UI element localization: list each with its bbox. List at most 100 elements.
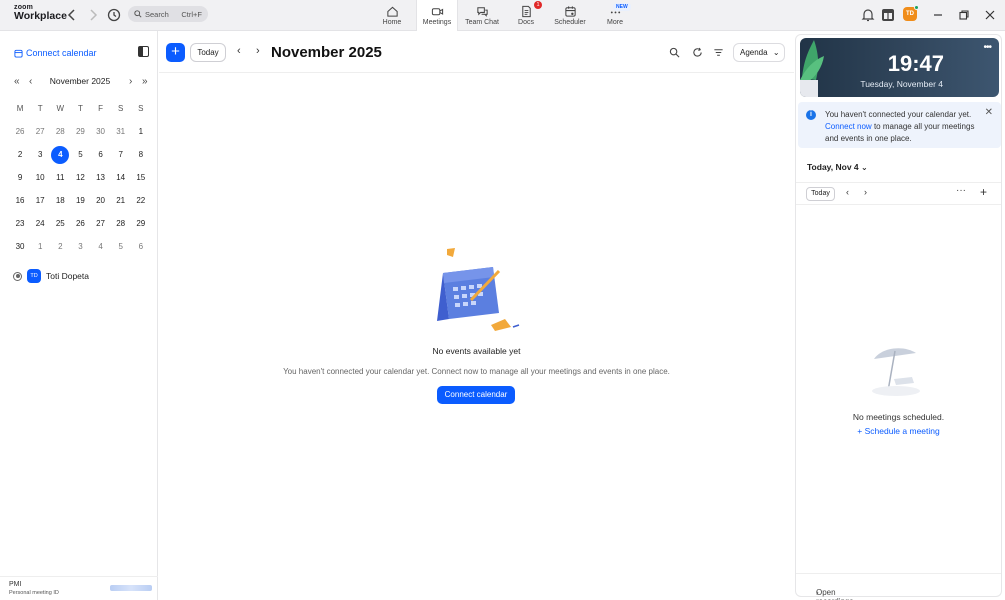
day-cell-today[interactable]: 4	[50, 145, 70, 164]
refresh-icon[interactable]	[692, 47, 703, 58]
day-cell[interactable]: 14	[111, 173, 131, 182]
day-number: 8	[138, 150, 144, 159]
day-number: 3	[78, 242, 83, 251]
day-cell[interactable]: 3	[30, 150, 50, 159]
day-cell[interactable]: 28	[111, 219, 131, 228]
close-window-icon[interactable]	[982, 7, 998, 23]
next-year-icon[interactable]: »	[142, 76, 148, 87]
day-cell[interactable]: 27	[30, 127, 50, 136]
day-cell[interactable]: 26	[10, 127, 30, 136]
plant-decoration-icon	[800, 40, 824, 97]
close-icon[interactable]: ✕	[985, 107, 993, 118]
day-cell[interactable]: 25	[50, 219, 70, 228]
gift-icon[interactable]	[880, 7, 896, 23]
day-cell[interactable]: 2	[10, 150, 30, 159]
day-cell[interactable]: 15	[131, 173, 151, 182]
open-recordings-label: Open recordings	[816, 588, 853, 600]
tab-more[interactable]: More NEW	[596, 0, 634, 31]
day-cell[interactable]: 6	[131, 242, 151, 251]
next-period-icon[interactable]: ›	[256, 45, 260, 57]
plus-icon: +	[857, 426, 865, 436]
day-cell[interactable]: 9	[10, 173, 30, 182]
open-recordings-link[interactable]: Open recordings ›	[796, 573, 1001, 600]
day-cell[interactable]: 27	[91, 219, 111, 228]
day-cell[interactable]: 26	[70, 219, 90, 228]
day-cell[interactable]: 12	[70, 173, 90, 182]
search-input[interactable]: Search Ctrl+F	[128, 6, 208, 22]
search-icon[interactable]	[669, 47, 680, 58]
day-cell[interactable]: 28	[50, 127, 70, 136]
forward-arrow-icon[interactable]	[85, 7, 101, 23]
day-cell[interactable]: 2	[50, 242, 70, 251]
day-cell[interactable]: 20	[91, 196, 111, 205]
tab-home[interactable]: Home	[373, 0, 411, 31]
history-icon[interactable]	[106, 7, 122, 23]
tab-scheduler[interactable]: Scheduler	[551, 0, 589, 31]
connect-calendar-button[interactable]: Connect calendar	[437, 386, 515, 404]
day-cell[interactable]: 23	[10, 219, 30, 228]
connect-notice: i You haven't connected your calendar ye…	[798, 102, 1001, 148]
day-cell[interactable]: 3	[70, 242, 90, 251]
day-cell[interactable]: 16	[10, 196, 30, 205]
next-month-icon[interactable]: ›	[129, 76, 132, 87]
view-dropdown[interactable]: Agenda ⌄	[733, 43, 785, 62]
day-cell[interactable]: 31	[111, 127, 131, 136]
prev-period-icon[interactable]: ‹	[237, 45, 241, 57]
week-row: 9 10 11 12 13 14 15	[10, 166, 151, 189]
pmi-footer[interactable]: PMI Personal meeting ID	[0, 576, 158, 600]
day-cell[interactable]: 5	[111, 242, 131, 251]
day-cell[interactable]: 30	[91, 127, 111, 136]
weekday-label: T	[77, 104, 83, 113]
connect-now-link[interactable]: Connect now	[825, 122, 872, 131]
today-button[interactable]: Today	[190, 43, 226, 62]
prev-year-icon[interactable]: «	[14, 76, 20, 87]
search-shortcut: Ctrl+F	[181, 10, 202, 19]
day-cell[interactable]: 6	[91, 150, 111, 159]
day-cell[interactable]: 29	[70, 127, 90, 136]
day-cell[interactable]: 4	[91, 242, 111, 251]
day-cell[interactable]: 10	[30, 173, 50, 182]
day-cell[interactable]: 8	[131, 150, 151, 159]
day-cell[interactable]: 1	[131, 127, 151, 136]
bell-icon[interactable]	[860, 7, 876, 23]
day-cell[interactable]: 24	[30, 219, 50, 228]
panel-add-icon[interactable]: +	[980, 185, 987, 199]
minimize-icon[interactable]	[930, 7, 946, 23]
user-initials: TD	[906, 11, 914, 17]
day-cell[interactable]: 30	[10, 242, 30, 251]
day-selector-label: Today, Nov 4	[807, 162, 859, 172]
tab-docs[interactable]: Docs 1	[507, 0, 545, 31]
connect-calendar-link[interactable]: Connect calendar	[14, 48, 97, 58]
day-cell[interactable]: 1	[30, 242, 50, 251]
day-cell[interactable]: 11	[50, 173, 70, 182]
calendar-owner-item[interactable]: TD Toti Dopeta	[13, 269, 89, 283]
day-cell[interactable]: 21	[111, 196, 131, 205]
panel-next-icon[interactable]: ›	[864, 187, 867, 197]
day-cell[interactable]: 18	[50, 196, 70, 205]
day-cell[interactable]: 29	[131, 219, 151, 228]
back-arrow-icon[interactable]	[64, 7, 80, 23]
panel-more-icon[interactable]: ···	[956, 185, 966, 196]
panel-prev-icon[interactable]: ‹	[846, 187, 849, 197]
tab-team-chat[interactable]: Team Chat	[463, 0, 501, 31]
calendar-radio[interactable]	[13, 271, 22, 281]
day-cell[interactable]: 22	[131, 196, 151, 205]
schedule-meeting-link[interactable]: + Schedule a meeting	[796, 426, 1001, 436]
add-event-button[interactable]: +	[166, 43, 185, 62]
day-selector[interactable]: Today, Nov 4 ⌄	[807, 162, 868, 172]
filter-icon[interactable]	[713, 47, 724, 58]
day-cell[interactable]: 7	[111, 150, 131, 159]
day-cell[interactable]: 5	[70, 150, 90, 159]
tab-meetings[interactable]: Meetings	[416, 0, 458, 31]
day-cell[interactable]: 19	[70, 196, 90, 205]
day-number: 19	[75, 196, 85, 205]
restore-icon[interactable]	[956, 7, 972, 23]
day-cell[interactable]: 17	[30, 196, 50, 205]
day-cell[interactable]: 13	[91, 173, 111, 182]
panel-today-button[interactable]: Today	[806, 187, 835, 201]
chevron-down-icon: ⌄	[772, 48, 780, 57]
sidebar-toggle-icon[interactable]	[138, 46, 149, 57]
more-options-icon[interactable]: •••	[983, 42, 991, 53]
user-avatar[interactable]: TD	[903, 5, 919, 21]
week-row: 26 27 28 29 30 31 1	[10, 120, 151, 143]
